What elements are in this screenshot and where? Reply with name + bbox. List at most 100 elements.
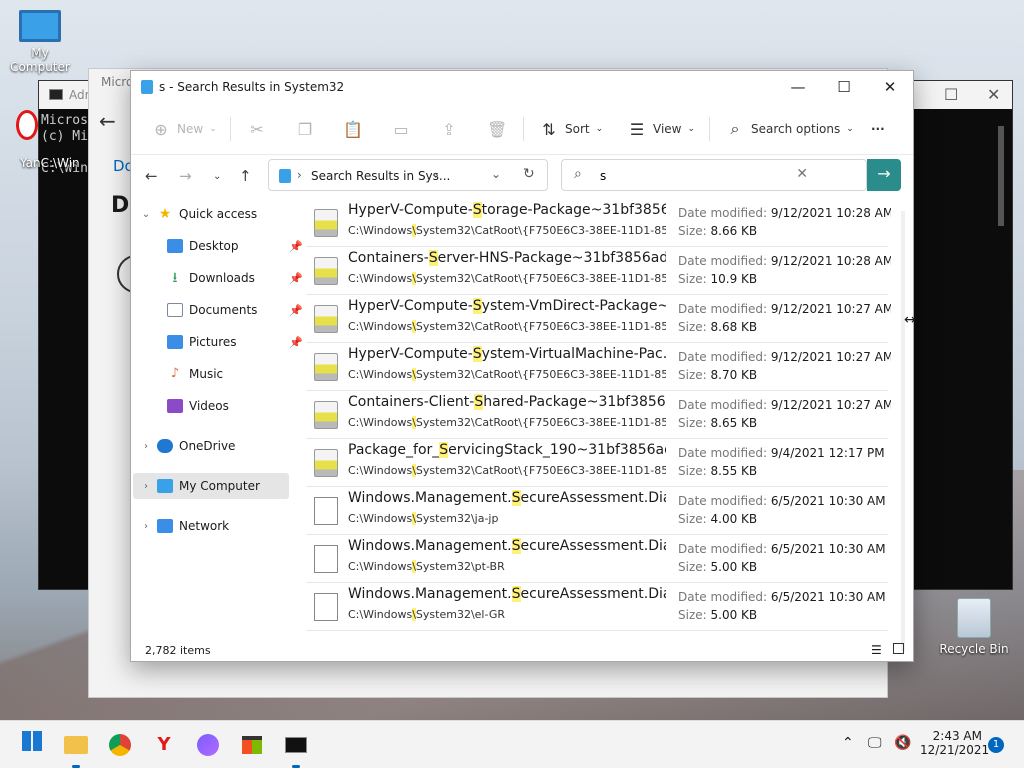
close-icon[interactable]: ✕ bbox=[987, 85, 1000, 104]
desktop-icon-my-computer[interactable]: My Computer bbox=[0, 10, 80, 74]
new-button[interactable]: ⊕ New ⌄ bbox=[151, 117, 216, 141]
pin-icon[interactable]: 📌 bbox=[289, 304, 303, 317]
back-arrow-icon[interactable]: ← bbox=[99, 109, 116, 133]
result-row[interactable]: HyperV-Compute-Storage-Package~31bf3856.… bbox=[306, 199, 891, 247]
close-button[interactable]: ✕ bbox=[867, 71, 913, 103]
alice-taskbar-button[interactable] bbox=[194, 731, 222, 759]
file-icon bbox=[314, 593, 338, 621]
rename-button[interactable]: ▭ bbox=[391, 117, 411, 141]
download-icon: ⭳ bbox=[172, 270, 178, 286]
file-size: Size: 5.00 KB bbox=[678, 560, 757, 574]
date-modified: Date modified: 9/12/2021 10:27 AM bbox=[678, 350, 891, 364]
chevron-right-icon[interactable]: › bbox=[434, 168, 439, 182]
chevron-right-icon[interactable]: › bbox=[139, 481, 153, 492]
share-button[interactable]: ⇪ bbox=[439, 117, 459, 141]
details-view-icon[interactable]: ☰ bbox=[871, 643, 882, 657]
yandex-browser-icon[interactable] bbox=[16, 110, 38, 140]
result-row[interactable]: Windows.Management.SecureAssessment.Dia.… bbox=[306, 583, 888, 631]
file-explorer-taskbar-button[interactable] bbox=[62, 731, 90, 768]
chevron-up-icon[interactable]: ⌃ bbox=[842, 735, 854, 751]
sidebar-item-quick-access[interactable]: ⌄ ★ Quick access bbox=[139, 201, 295, 227]
trash-icon: 🗑 bbox=[487, 119, 508, 139]
sidebar-item-label: OneDrive bbox=[179, 439, 236, 453]
copy-button[interactable]: ❐ bbox=[295, 117, 315, 141]
paste-button[interactable]: 📋 bbox=[343, 117, 363, 141]
search-go-button[interactable]: → bbox=[867, 159, 901, 191]
cmd-scrollbar[interactable] bbox=[998, 126, 1004, 226]
cmd-taskbar-button[interactable] bbox=[282, 731, 310, 768]
sidebar-item-pictures[interactable]: Pictures 📌 bbox=[149, 329, 305, 355]
file-path-part: System32\CatRoot\{F750E6C3-38EE-11D1-85.… bbox=[415, 464, 666, 477]
cut-button[interactable]: ✂ bbox=[247, 117, 267, 141]
sidebar-item-music[interactable]: ♪ Music bbox=[149, 361, 305, 387]
copy-icon: ❐ bbox=[297, 119, 313, 139]
maximize-icon[interactable]: ☐ bbox=[944, 85, 958, 104]
address-dropdown-icon[interactable]: ⌄ bbox=[491, 167, 501, 181]
file-name-part: ecureAssessment.Dia... bbox=[520, 586, 666, 602]
delete-button[interactable]: 🗑 bbox=[487, 117, 507, 141]
chevron-down-icon[interactable]: ⌄ bbox=[139, 209, 153, 220]
view-button[interactable]: ☰ View ⌄ bbox=[627, 117, 695, 141]
catalog-file-icon bbox=[314, 209, 338, 237]
sidebar-item-onedrive[interactable]: › OneDrive bbox=[139, 433, 295, 459]
desktop-icon-recycle-bin[interactable]: Recycle Bin bbox=[934, 598, 1014, 656]
chevron-right-icon[interactable]: › bbox=[139, 521, 153, 532]
start-button[interactable] bbox=[18, 731, 46, 759]
sidebar-item-my-computer[interactable]: › My Computer bbox=[133, 473, 289, 499]
up-button[interactable]: ↑ bbox=[239, 167, 252, 185]
file-path-part: C:\Windows bbox=[348, 464, 413, 477]
address-bar[interactable]: › Search Results in Sys... › ⌄ ↻ bbox=[268, 159, 548, 191]
pin-icon[interactable]: 📌 bbox=[289, 272, 303, 285]
sidebar-item-desktop[interactable]: Desktop 📌 bbox=[149, 233, 305, 259]
sidebar-item-downloads[interactable]: ⭳ Downloads 📌 bbox=[149, 265, 305, 291]
result-row[interactable]: Package_for_ServicingStack_190~31bf3856a… bbox=[306, 439, 888, 487]
sidebar-item-videos[interactable]: Videos bbox=[149, 393, 305, 419]
large-icons-view-icon[interactable] bbox=[893, 643, 904, 654]
recent-locations-dropdown[interactable]: ⌄ bbox=[213, 171, 221, 182]
catalog-file-icon bbox=[314, 305, 338, 333]
result-row[interactable]: HyperV-Compute-System-VirtualMachine-Pac… bbox=[306, 343, 891, 391]
size-value: 8.65 KB bbox=[710, 416, 758, 430]
search-options-button[interactable]: ⌕ Search options ⌄ bbox=[725, 117, 854, 141]
result-row[interactable]: Windows.Management.SecureAssessment.Dia.… bbox=[306, 535, 888, 583]
size-value: 4.00 KB bbox=[710, 512, 758, 526]
yandex-taskbar-button[interactable]: Y bbox=[150, 731, 178, 759]
file-name-part: torage-Package~31bf3856... bbox=[481, 202, 666, 218]
vertical-scrollbar[interactable] bbox=[901, 211, 905, 651]
chevron-right-icon[interactable]: › bbox=[139, 441, 153, 452]
chrome-taskbar-button[interactable] bbox=[106, 731, 134, 759]
back-button[interactable]: ← bbox=[145, 167, 158, 185]
network-monitor-icon[interactable]: 🖵 bbox=[868, 735, 882, 751]
sort-button[interactable]: ⇅ Sort ⌄ bbox=[539, 117, 603, 141]
sidebar-item-documents[interactable]: Documents 📌 bbox=[149, 297, 305, 323]
clock[interactable]: 2:43 AM 12/21/2021 bbox=[920, 729, 989, 757]
maximize-button[interactable]: ☐ bbox=[821, 71, 867, 103]
file-path: C:\Windows\System32\pt-BR bbox=[348, 560, 666, 573]
result-row[interactable]: HyperV-Compute-System-VmDirect-Package~.… bbox=[306, 295, 891, 343]
sidebar-item-label: Downloads bbox=[189, 271, 255, 285]
search-results-list[interactable]: HyperV-Compute-Storage-Package~31bf3856.… bbox=[306, 199, 891, 639]
result-row[interactable]: Containers-Client-Shared-Package~31bf385… bbox=[306, 391, 891, 439]
sidebar-item-label: Network bbox=[179, 519, 230, 533]
refresh-icon[interactable]: ↻ bbox=[523, 166, 535, 182]
notification-badge[interactable]: 1 bbox=[988, 737, 1004, 753]
result-row[interactable]: Windows.Management.SecureAssessment.Dia.… bbox=[306, 487, 888, 535]
forward-button[interactable]: → bbox=[179, 167, 192, 185]
store-taskbar-button[interactable] bbox=[238, 731, 266, 759]
speaker-muted-icon[interactable]: 🔇 bbox=[894, 735, 911, 751]
status-bar: 2,782 items ☰ bbox=[131, 639, 913, 663]
size-value: 10.9 KB bbox=[710, 272, 758, 286]
minimize-button[interactable]: — bbox=[775, 71, 821, 103]
explorer-titlebar[interactable]: s - Search Results in System32 — ☐ ✕ bbox=[131, 71, 913, 103]
file-name-part: HyperV-Compute- bbox=[348, 202, 473, 218]
pin-icon[interactable]: 📌 bbox=[289, 336, 303, 349]
file-explorer-window[interactable]: s - Search Results in System32 — ☐ ✕ ⊕ N… bbox=[130, 70, 914, 662]
search-box[interactable]: ⌕ ✕ bbox=[561, 159, 867, 191]
clear-search-icon[interactable]: ✕ bbox=[796, 166, 808, 182]
sidebar-item-network[interactable]: › Network bbox=[139, 513, 295, 539]
pin-icon[interactable]: 📌 bbox=[289, 240, 303, 253]
more-button[interactable]: ··· bbox=[871, 117, 885, 141]
result-row[interactable]: Containers-Server-HNS-Package~31bf3856ad… bbox=[306, 247, 891, 295]
item-count: 2,782 items bbox=[145, 644, 211, 657]
date-modified-label: Date modified: bbox=[678, 398, 768, 412]
